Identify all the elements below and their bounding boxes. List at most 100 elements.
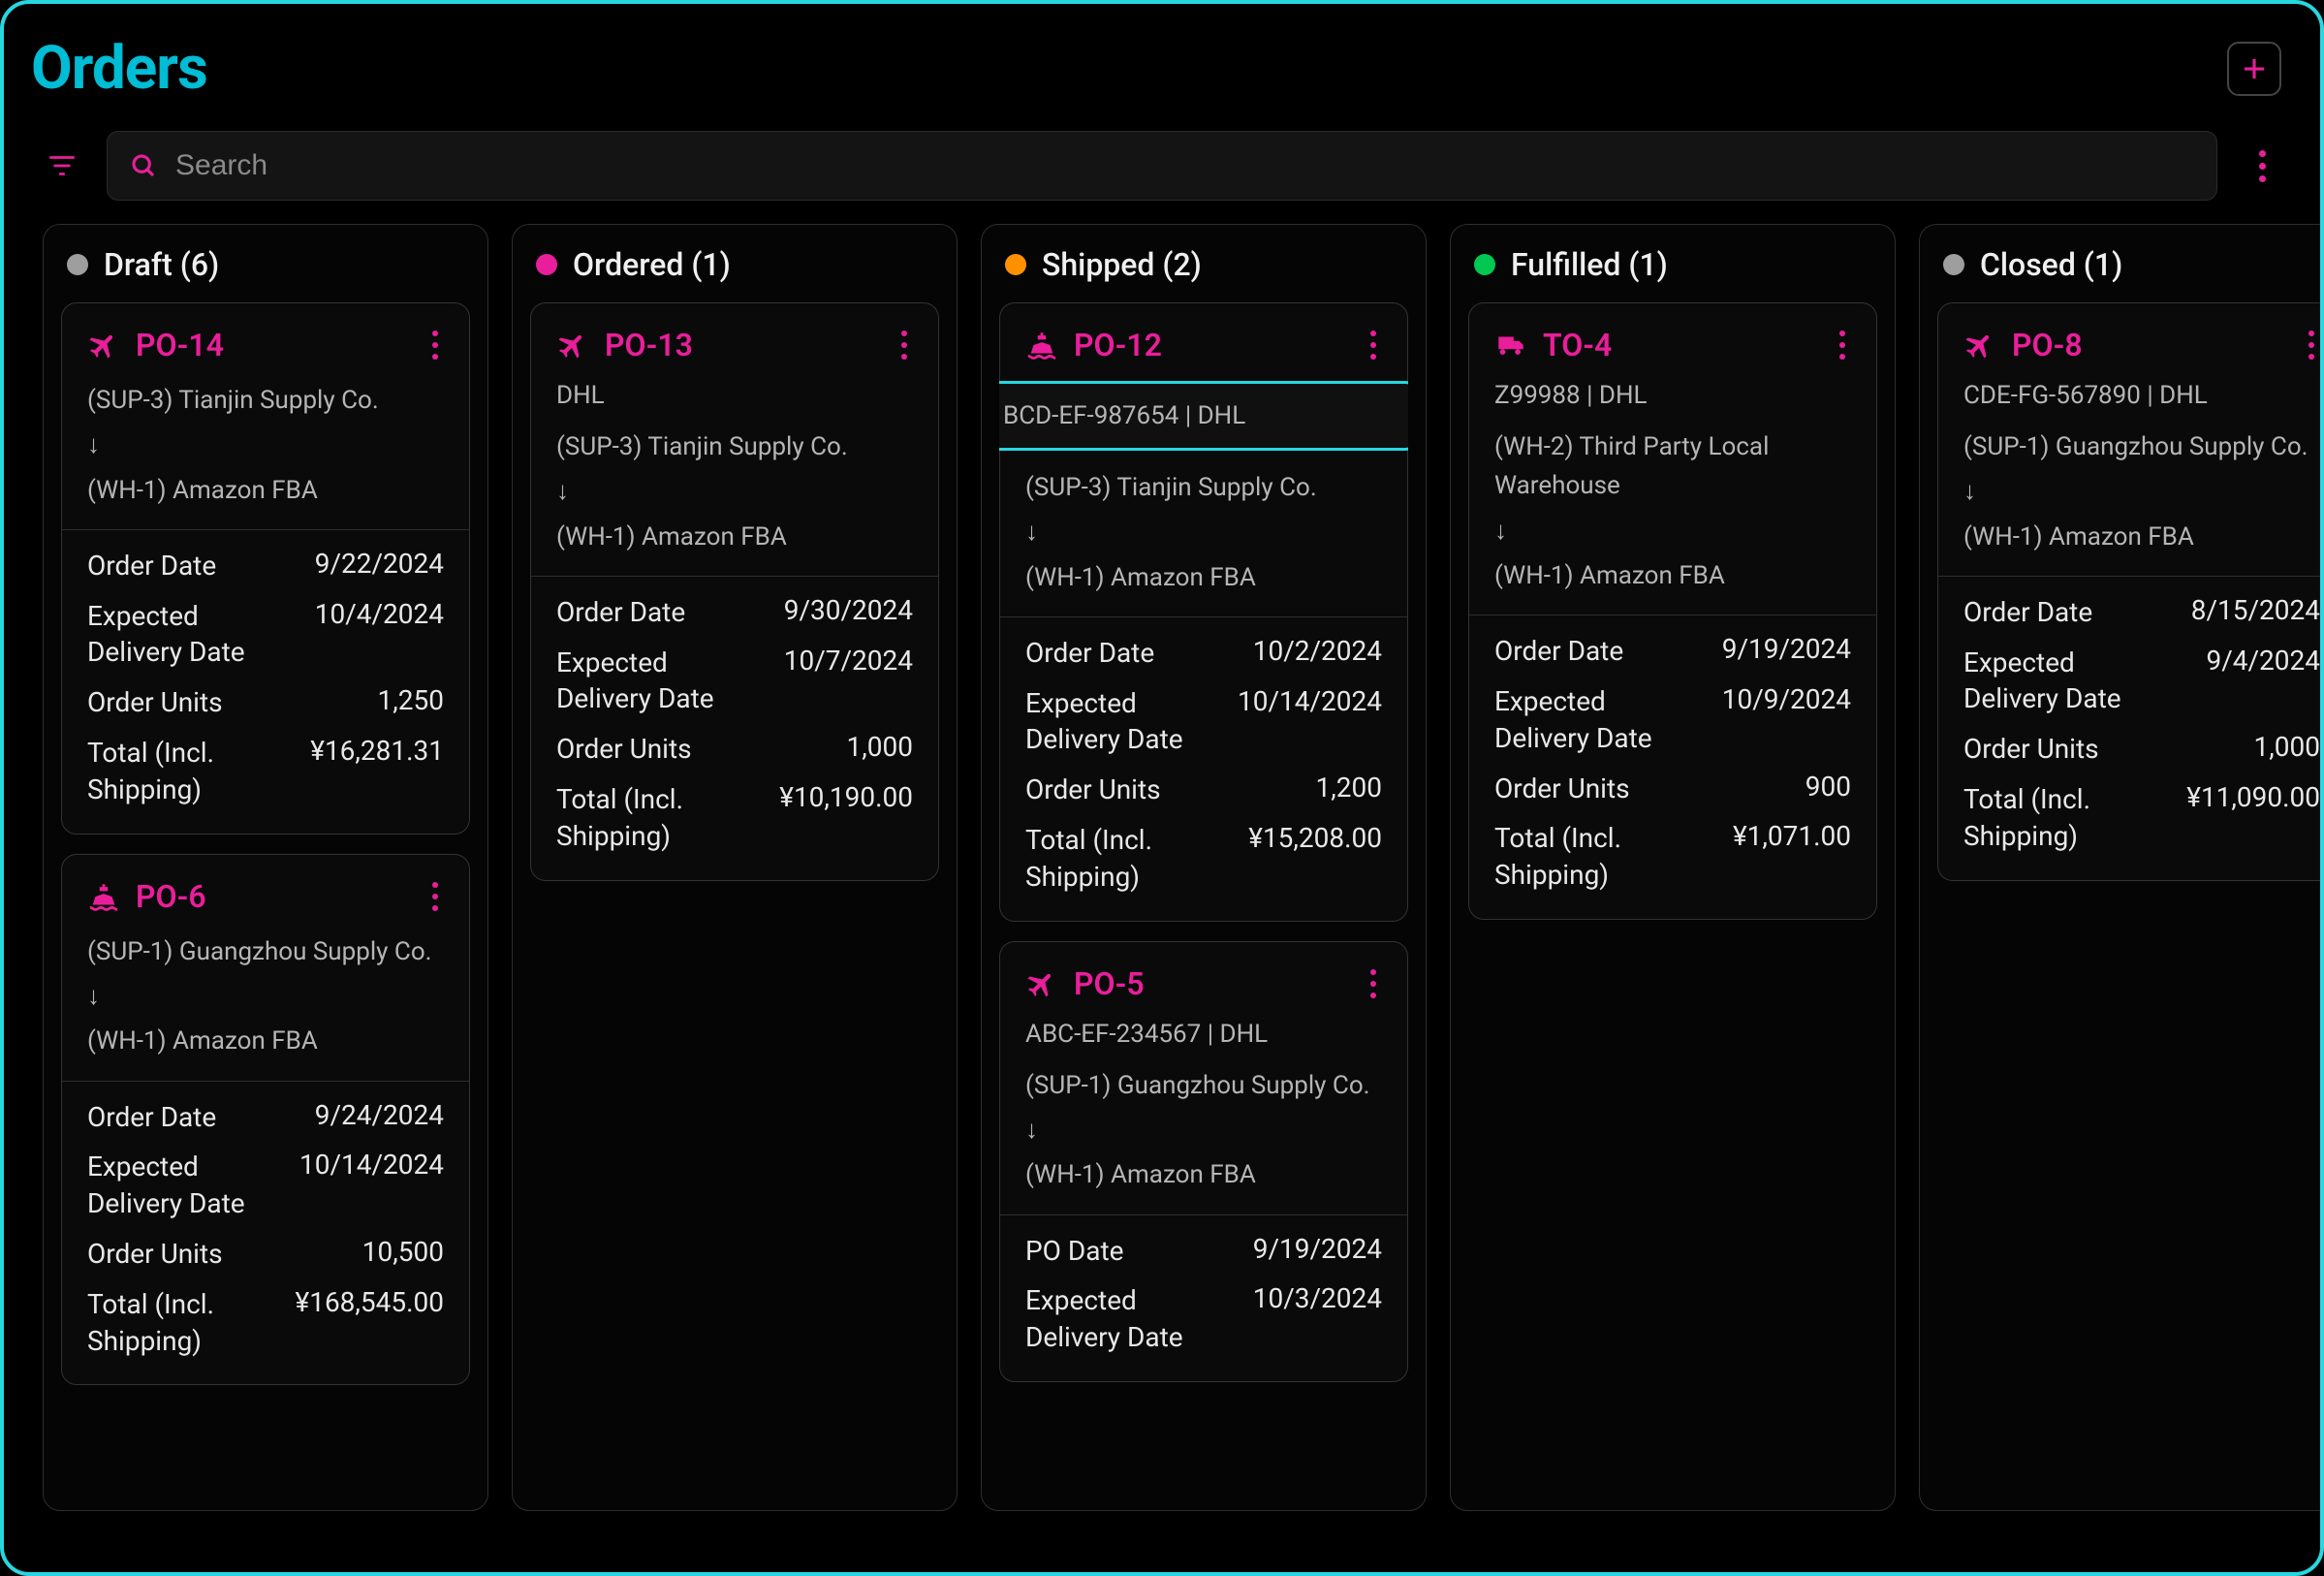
more-vertical-icon xyxy=(432,331,438,360)
tracking-info[interactable]: ABC-EF-234567 | DHL xyxy=(1025,1020,1382,1049)
stat-label: Order Date xyxy=(1963,594,2092,631)
card-body: PO-12BCD-EF-987654 | DHL(SUP-3) Tianjin … xyxy=(1000,303,1407,597)
stat-row: Expected Delivery Date10/7/2024 xyxy=(556,645,913,718)
route-to: (WH-1) Amazon FBA xyxy=(1025,558,1382,597)
stat-row: Order Units 1,000 xyxy=(1963,731,2320,768)
stat-value: 1,000 xyxy=(2254,731,2320,763)
route-from: (SUP-1) Guangzhou Supply Co. xyxy=(87,932,444,971)
card-title-row: PO-5 xyxy=(1025,965,1382,1002)
order-id: PO-14 xyxy=(136,327,224,363)
column-title: Closed (1) xyxy=(1980,246,2122,283)
route-from: (SUP-1) Guangzhou Supply Co. xyxy=(1025,1066,1382,1105)
column-header: Closed (1) xyxy=(1937,246,2320,283)
stat-value: 9/19/2024 xyxy=(1722,633,1851,665)
column-cards: PO-13 DHL (SUP-3) Tianjin Supply Co.↓(WH-1… xyxy=(530,302,939,881)
filter-button[interactable] xyxy=(43,146,81,185)
stat-value: 1,250 xyxy=(378,684,444,716)
search-field[interactable] xyxy=(107,131,2217,201)
card-stats: Order Date8/15/2024Expected Delivery Dat… xyxy=(1938,577,2320,880)
route: (SUP-3) Tianjin Supply Co.↓(WH-1) Amazon… xyxy=(556,427,913,556)
column-title: Fulfilled (1) xyxy=(1511,246,1668,283)
stat-row: Order Date10/2/2024 xyxy=(1025,635,1382,672)
stat-label: Order Units xyxy=(556,731,692,768)
stat-label: Expected Delivery Date xyxy=(1025,685,1232,759)
stat-row: Order Units10,500 xyxy=(87,1236,444,1273)
card-more-button[interactable] xyxy=(1365,327,1382,363)
order-card[interactable]: PO-12BCD-EF-987654 | DHL(SUP-3) Tianjin … xyxy=(999,302,1408,922)
stat-value: 10/3/2024 xyxy=(1253,1282,1382,1314)
card-more-button[interactable] xyxy=(1834,327,1851,363)
page-title: Orders xyxy=(31,33,207,104)
stat-label: Expected Delivery Date xyxy=(87,598,294,672)
stat-row: Expected Delivery Date10/3/2024 xyxy=(1025,1282,1382,1356)
stat-label: PO Date xyxy=(1025,1233,1124,1270)
stat-label: Total (Incl. Shipping) xyxy=(1025,822,1232,896)
order-card[interactable]: PO-5 ABC-EF-234567 | DHL (SUP-1) Guangzhou… xyxy=(999,941,1408,1382)
stat-value: 10/14/2024 xyxy=(299,1149,444,1181)
stat-label: Total (Incl. Shipping) xyxy=(87,1286,294,1360)
stat-row: Total (Incl. Shipping)¥10,190.00 xyxy=(556,781,913,855)
add-order-button[interactable] xyxy=(2227,42,2281,96)
status-dot-icon xyxy=(1474,254,1495,275)
order-card[interactable]: PO-8CDE-FG-567890 | DHL(SUP-1) Guangzhou… xyxy=(1937,302,2320,881)
toolbar-more-button[interactable] xyxy=(2243,146,2281,185)
card-stats: Order Date9/24/2024Expected Delivery Dat… xyxy=(62,1082,469,1385)
stat-label: Expected Delivery Date xyxy=(556,645,763,718)
card-more-button[interactable] xyxy=(426,327,444,363)
card-more-button[interactable] xyxy=(2303,327,2320,363)
order-card[interactable]: PO-6 (SUP-1) Guangzhou Supply Co.↓(WH-1) … xyxy=(61,854,470,1386)
tracking-info[interactable]: BCD-EF-987654 | DHL xyxy=(999,381,1408,451)
search-input[interactable] xyxy=(175,149,2195,182)
app-frame: Orders Draft (6)PO-14(SUP-3) Tianjin Sup… xyxy=(0,0,2324,1576)
card-body: PO-8CDE-FG-567890 | DHL(SUP-1) Guangzhou… xyxy=(1938,303,2320,556)
status-dot-icon xyxy=(67,254,88,275)
column-title: Shipped (2) xyxy=(1042,246,1202,283)
order-card[interactable]: TO-4 Z99988 | DHL (WH-2) Third Party Local… xyxy=(1468,302,1877,920)
card-title-row: PO-6 xyxy=(87,878,444,915)
stat-value: 10,500 xyxy=(362,1236,444,1268)
plane-icon xyxy=(556,329,589,362)
stat-row: Order Units900 xyxy=(1494,771,1851,807)
stat-value: 1,200 xyxy=(1316,772,1382,804)
card-more-button[interactable] xyxy=(895,327,913,363)
stat-value: 1,000 xyxy=(847,731,913,763)
column-header: Fulfilled (1) xyxy=(1468,246,1877,283)
card-more-button[interactable] xyxy=(426,878,444,915)
card-title-row: PO-13 xyxy=(556,327,913,363)
card-stats: PO Date9/19/2024Expected Delivery Date10… xyxy=(1000,1215,1407,1381)
status-dot-icon xyxy=(1005,254,1026,275)
route-from: (WH-2) Third Party Local Warehouse xyxy=(1494,427,1851,506)
stat-row: Total (Incl. Shipping) ¥15,208.00 xyxy=(1025,822,1382,896)
route: (SUP-1) Guangzhou Supply Co.↓(WH-1) Amaz… xyxy=(87,932,444,1061)
card-title-left: PO-13 xyxy=(556,327,693,363)
stat-value: 10/14/2024 xyxy=(1238,685,1382,717)
order-id: PO-12 xyxy=(1074,327,1162,363)
column-cards: TO-4 Z99988 | DHL (WH-2) Third Party Local… xyxy=(1468,302,1877,920)
filter-icon xyxy=(46,149,79,182)
card-title-row: PO-14 xyxy=(87,327,444,363)
card-title-left: PO-8 xyxy=(1963,327,2083,363)
tracking-info[interactable]: Z99988 | DHL xyxy=(1494,381,1851,410)
stat-row: Order Units1,250 xyxy=(87,684,444,721)
card-more-button[interactable] xyxy=(1365,965,1382,1002)
route-to: (WH-1) Amazon FBA xyxy=(1963,518,2320,556)
route-from: (SUP-3) Tianjin Supply Co. xyxy=(87,381,444,420)
stat-value: ¥15,208.00 xyxy=(1248,822,1382,854)
card-stats: Order Date10/2/2024 Expected Delivery Dat… xyxy=(1000,617,1407,921)
tracking-info[interactable]: CDE-FG-567890 | DHL xyxy=(1963,381,2320,410)
tracking-info[interactable]: DHL xyxy=(556,381,913,410)
stat-label: Order Units xyxy=(1963,731,2099,768)
card-title-left: PO-14 xyxy=(87,327,224,363)
more-vertical-icon xyxy=(2259,150,2266,182)
stat-row: Total (Incl. Shipping)¥11,090.00 xyxy=(1963,781,2320,855)
card-title-left: TO-4 xyxy=(1494,327,1612,363)
more-vertical-icon xyxy=(432,882,438,911)
card-stats: Order Date9/22/2024 Expected Delivery Dat… xyxy=(62,530,469,834)
stat-value: ¥10,190.00 xyxy=(779,781,913,813)
order-card[interactable]: PO-14(SUP-3) Tianjin Supply Co.↓(WH-1) A… xyxy=(61,302,470,835)
plane-icon xyxy=(1963,329,1996,362)
order-card[interactable]: PO-13 DHL (SUP-3) Tianjin Supply Co.↓(WH-1… xyxy=(530,302,939,881)
column-cards: PO-14(SUP-3) Tianjin Supply Co.↓(WH-1) A… xyxy=(61,302,470,1385)
stat-row: Order Date9/22/2024 xyxy=(87,548,444,584)
column-ordered: Ordered (1)PO-13DHL(SUP-3) Tianjin Suppl… xyxy=(512,224,958,1511)
